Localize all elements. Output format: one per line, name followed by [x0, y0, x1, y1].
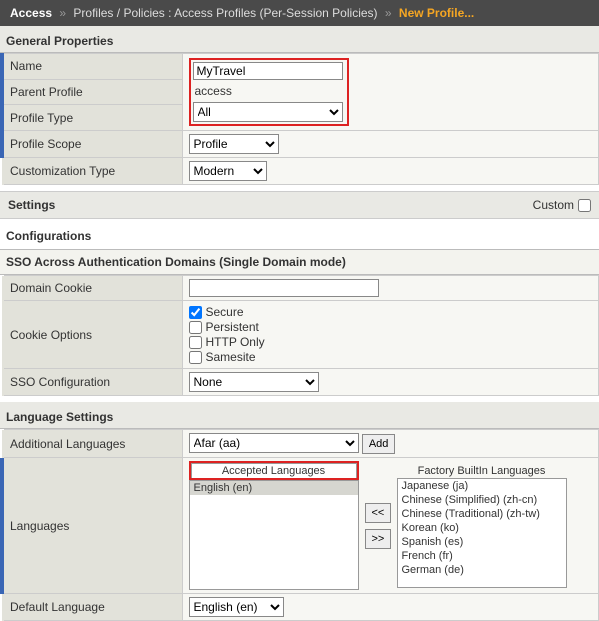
list-item[interactable]: German (de) — [398, 563, 566, 577]
list-item[interactable]: English (en) — [190, 481, 358, 495]
breadcrumb-current: New Profile... — [399, 6, 474, 20]
section-general: General Properties — [0, 26, 599, 53]
add-button[interactable]: Add — [362, 434, 396, 454]
highlight-general: access All — [189, 58, 349, 126]
samesite-text: Samesite — [206, 350, 256, 364]
list-item[interactable]: Japanese (ja) — [398, 479, 566, 493]
list-item[interactable]: Chinese (Traditional) (zh-tw) — [398, 507, 566, 521]
breadcrumb-mid[interactable]: Profiles / Policies : Access Profiles (P… — [73, 6, 377, 20]
additional-select[interactable]: Afar (aa) — [189, 433, 359, 453]
name-label: Name — [2, 54, 182, 80]
domain-label: Domain Cookie — [2, 276, 182, 301]
section-settings: Settings — [8, 198, 55, 212]
additional-label: Additional Languages — [2, 430, 182, 458]
factory-title: Factory BuiltIn Languages — [397, 464, 567, 478]
settings-row: Settings Custom — [0, 191, 599, 219]
breadcrumb: Access » Profiles / Policies : Access Pr… — [0, 0, 599, 26]
factory-listbox[interactable]: Japanese (ja) Chinese (Simplified) (zh-c… — [397, 478, 567, 588]
secure-checkbox[interactable] — [189, 306, 202, 319]
default-label: Default Language — [2, 594, 182, 621]
ssoconfig-label: SSO Configuration — [2, 369, 182, 396]
breadcrumb-root[interactable]: Access — [10, 6, 52, 20]
language-table: Additional Languages Afar (aa) Add Langu… — [0, 429, 599, 621]
move-right-button[interactable]: >> — [365, 529, 391, 549]
httponly-checkbox[interactable] — [189, 336, 202, 349]
persistent-checkbox[interactable] — [189, 321, 202, 334]
parent-label: Parent Profile — [2, 79, 182, 105]
parent-value: access — [193, 80, 345, 102]
section-sso: SSO Across Authentication Domains (Singl… — [0, 250, 599, 275]
type-label: Profile Type — [2, 105, 182, 131]
move-left-button[interactable]: << — [365, 503, 391, 523]
accepted-listbox[interactable]: English (en) — [189, 480, 359, 590]
profile-type-select[interactable]: All — [193, 102, 343, 122]
scope-select[interactable]: Profile — [189, 134, 279, 154]
custom-checkbox[interactable] — [578, 199, 591, 212]
list-item[interactable]: Spanish (es) — [398, 535, 566, 549]
sso-table: Domain Cookie Cookie Options Secure Pers… — [0, 275, 599, 396]
samesite-checkbox[interactable] — [189, 351, 202, 364]
accepted-title: Accepted Languages — [191, 463, 357, 478]
domain-input[interactable] — [189, 279, 379, 297]
persistent-text: Persistent — [206, 320, 259, 334]
secure-text: Secure — [206, 305, 244, 319]
scope-label: Profile Scope — [2, 131, 182, 158]
languages-label: Languages — [2, 458, 182, 594]
custtype-label: Customization Type — [2, 158, 182, 185]
list-item[interactable]: Korean (ko) — [398, 521, 566, 535]
default-select[interactable]: English (en) — [189, 597, 284, 617]
ssoconfig-select[interactable]: None — [189, 372, 319, 392]
general-table: Name access All Parent Profile Profile T… — [0, 53, 599, 185]
name-input[interactable] — [193, 62, 343, 80]
accepted-highlight: Accepted Languages — [189, 461, 359, 480]
list-item[interactable]: Chinese (Simplified) (zh-cn) — [398, 493, 566, 507]
list-item[interactable]: French (fr) — [398, 549, 566, 563]
section-configurations: Configurations — [0, 219, 599, 250]
httponly-text: HTTP Only — [206, 335, 265, 349]
cookie-label: Cookie Options — [2, 301, 182, 369]
section-language: Language Settings — [0, 402, 599, 429]
custom-label: Custom — [533, 198, 574, 212]
custtype-select[interactable]: Modern — [189, 161, 267, 181]
